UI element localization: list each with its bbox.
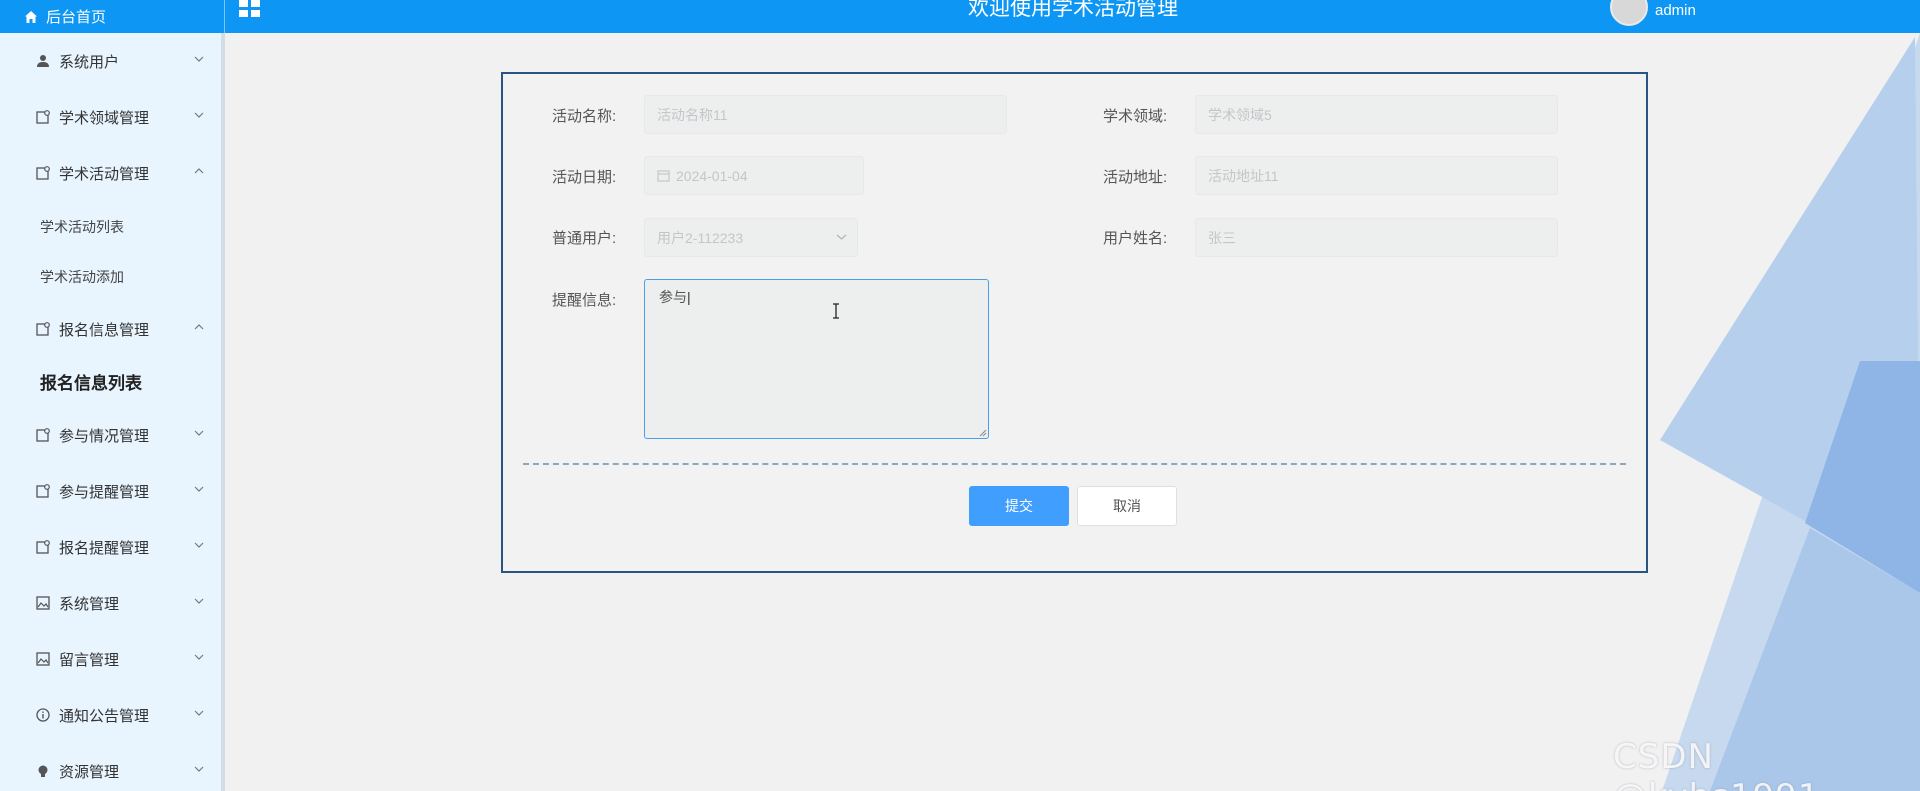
sidebar-item-label: 报名信息管理 xyxy=(59,321,150,339)
activity-address-field[interactable]: 活动地址11 xyxy=(1195,156,1558,195)
user-name-label: 用户姓名: xyxy=(1103,230,1168,247)
academic-field-label: 学术领域: xyxy=(1103,108,1168,125)
activity-name-label: 活动名称: xyxy=(552,108,617,125)
resize-handle-icon[interactable] xyxy=(979,429,987,437)
chevron-up-icon xyxy=(194,168,204,174)
sidebar-subitem-registration-list[interactable]: 报名信息列表 xyxy=(0,363,221,399)
chevron-down-icon xyxy=(194,654,204,660)
reminder-text: 参与 xyxy=(659,289,687,305)
activity-date-placeholder: 2024-01-04 xyxy=(676,167,748,184)
user-name-placeholder: 张三 xyxy=(1208,229,1236,246)
sidebar-subitem-activity-list[interactable]: 学术活动列表 xyxy=(0,209,221,245)
chevron-down-icon xyxy=(194,598,204,604)
reminder-label: 提醒信息: xyxy=(552,292,617,309)
top-header: 后台首页 欢迎使用学术活动管理 admin xyxy=(0,0,1920,33)
reminder-textarea[interactable]: 参与| xyxy=(644,279,989,439)
sidebar-item-participation[interactable]: 参与情况管理 xyxy=(0,415,221,455)
sidebar-item-system-management[interactable]: 系统管理 xyxy=(0,583,221,623)
academic-field-placeholder: 学术领域5 xyxy=(1208,106,1272,123)
doc-icon xyxy=(35,109,51,125)
sidebar-subitem-activity-add[interactable]: 学术活动添加 xyxy=(0,259,221,295)
calendar-icon xyxy=(657,169,670,182)
chevron-down-icon xyxy=(194,766,204,772)
activity-name-placeholder: 活动名称11 xyxy=(657,106,728,123)
sidebar-subitem-label: 学术活动添加 xyxy=(40,269,124,285)
watermark: CSDN @kybs1991 xyxy=(1613,737,1819,791)
academic-field-field[interactable]: 学术领域5 xyxy=(1195,95,1558,134)
user-icon xyxy=(35,53,51,69)
chevron-down-icon xyxy=(194,112,204,118)
username[interactable]: admin xyxy=(1655,2,1696,19)
decorative-background-shapes xyxy=(1660,33,1920,791)
user-name-field[interactable]: 张三 xyxy=(1195,218,1558,257)
doc-icon xyxy=(35,165,51,181)
sidebar-item-label: 参与情况管理 xyxy=(59,427,150,445)
sidebar: 系统用户 学术领域管理 学术活动管理 学术活动列表 学术活动添加 报名信息管理 … xyxy=(0,33,225,791)
sidebar-item-label: 系统管理 xyxy=(59,595,120,613)
cancel-button[interactable]: 取消 xyxy=(1077,486,1177,526)
normal-user-label: 普通用户: xyxy=(552,230,617,247)
sidebar-item-label: 资源管理 xyxy=(59,763,120,781)
sidebar-item-system-users[interactable]: 系统用户 xyxy=(0,41,221,81)
activity-date-picker[interactable]: 2024-01-04 xyxy=(644,156,864,195)
sidebar-item-participation-reminder[interactable]: 参与提醒管理 xyxy=(0,471,221,511)
form-divider xyxy=(523,463,1626,465)
sidebar-item-label: 学术领域管理 xyxy=(59,109,150,127)
sidebar-item-registration[interactable]: 报名信息管理 xyxy=(0,309,221,349)
sidebar-item-label: 通知公告管理 xyxy=(59,707,150,725)
activity-address-label: 活动地址: xyxy=(1103,169,1168,186)
image-icon xyxy=(35,595,51,611)
chevron-down-icon xyxy=(194,430,204,436)
sidebar-item-label: 学术活动管理 xyxy=(59,165,150,183)
normal-user-select[interactable]: 用户2-112233 xyxy=(644,218,858,257)
sidebar-subitem-label: 报名信息列表 xyxy=(40,373,142,393)
doc-icon xyxy=(35,483,51,499)
sidebar-item-label: 留言管理 xyxy=(59,651,120,669)
normal-user-value: 用户2-112233 xyxy=(657,229,744,246)
image-icon xyxy=(35,651,51,667)
sidebar-item-academic-field[interactable]: 学术领域管理 xyxy=(0,97,221,137)
doc-icon xyxy=(35,539,51,555)
sidebar-item-notice[interactable]: 通知公告管理 xyxy=(0,695,221,735)
registration-edit-form: 活动名称: 活动名称11 学术领域: 学术领域5 活动日期: 2024-01-0… xyxy=(501,72,1648,573)
chevron-down-icon xyxy=(194,486,204,492)
doc-icon xyxy=(35,427,51,443)
sidebar-item-label: 系统用户 xyxy=(59,53,120,71)
info-icon xyxy=(35,707,51,723)
chevron-up-icon xyxy=(194,324,204,330)
activity-address-placeholder: 活动地址11 xyxy=(1208,167,1279,184)
sidebar-item-resource[interactable]: 资源管理 xyxy=(0,751,221,791)
chevron-down-icon xyxy=(194,56,204,62)
sidebar-item-label: 报名提醒管理 xyxy=(59,539,150,557)
chevron-down-icon xyxy=(836,234,847,240)
chevron-down-icon xyxy=(194,542,204,548)
doc-icon xyxy=(35,321,51,337)
sidebar-item-label: 参与提醒管理 xyxy=(59,483,150,501)
bulb-icon xyxy=(35,763,51,779)
activity-date-label: 活动日期: xyxy=(552,169,617,186)
chevron-down-icon xyxy=(194,710,204,716)
sidebar-item-academic-activity[interactable]: 学术活动管理 xyxy=(0,153,221,193)
sidebar-subitem-label: 学术活动列表 xyxy=(40,219,124,235)
text-cursor-icon xyxy=(833,303,839,319)
sidebar-item-message[interactable]: 留言管理 xyxy=(0,639,221,679)
sidebar-item-registration-reminder[interactable]: 报名提醒管理 xyxy=(0,527,221,567)
activity-name-field[interactable]: 活动名称11 xyxy=(644,95,1007,134)
submit-button[interactable]: 提交 xyxy=(969,486,1069,526)
avatar[interactable] xyxy=(1610,0,1648,26)
